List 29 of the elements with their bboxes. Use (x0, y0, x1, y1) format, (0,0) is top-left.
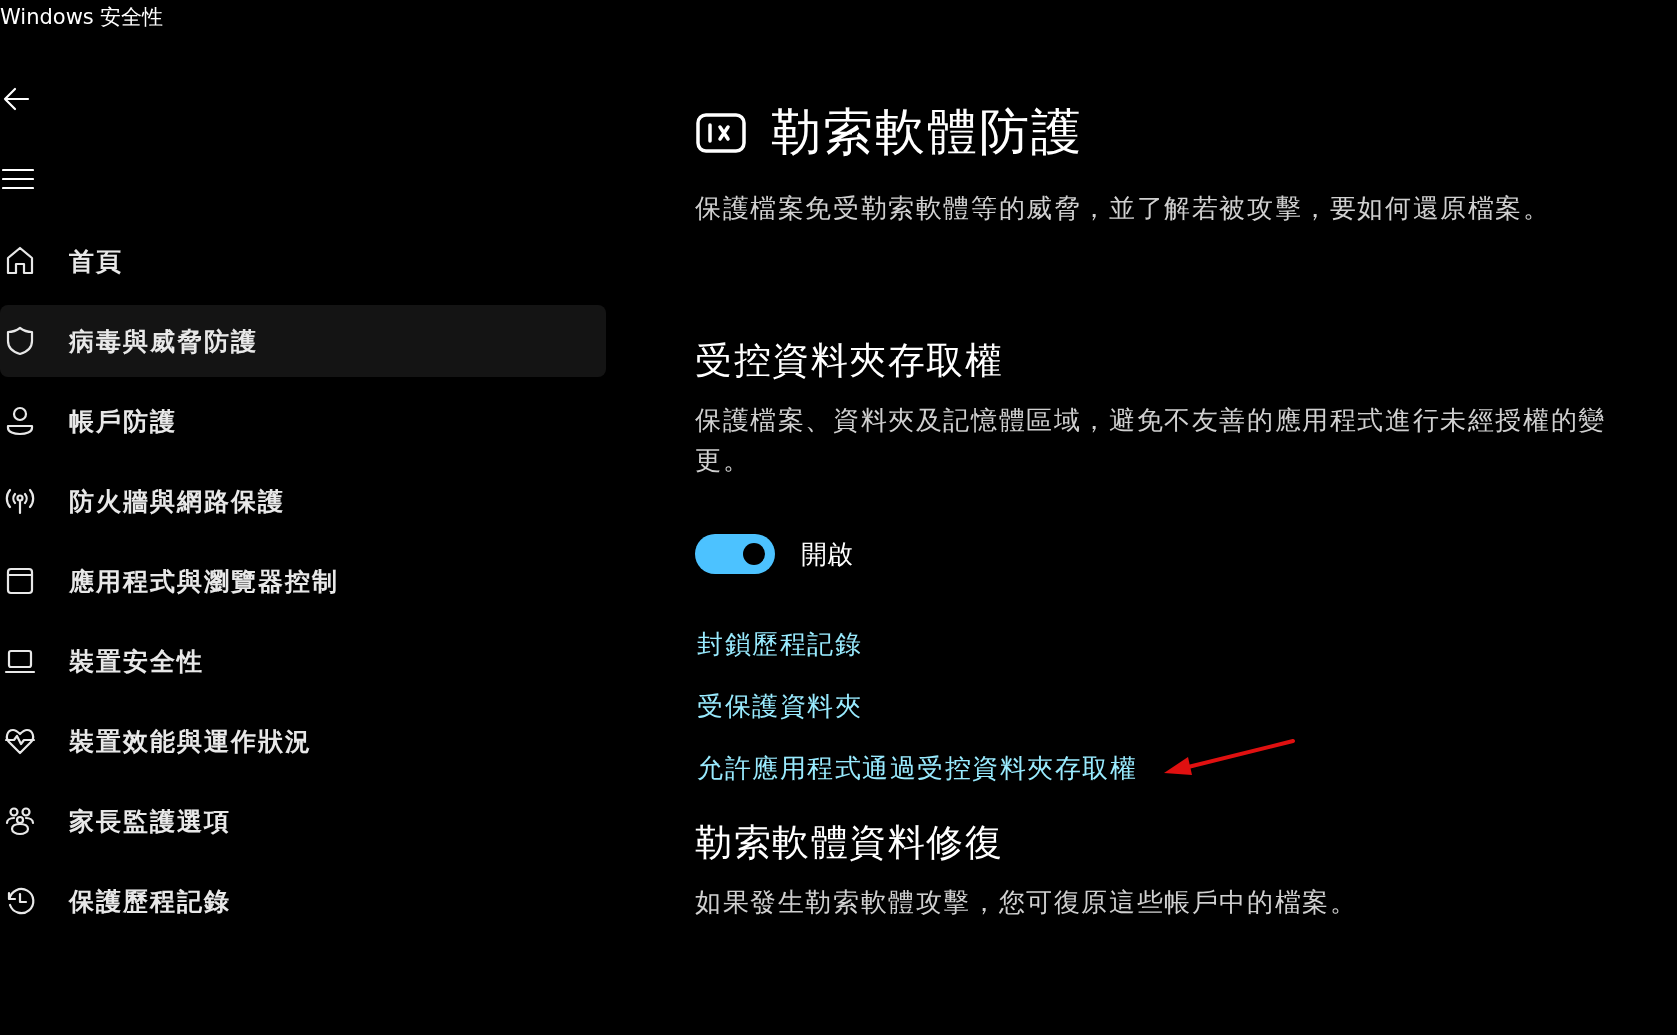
sidebar-item[interactable]: 家長監護選項 (0, 785, 606, 857)
link[interactable]: 允許應用程式通過受控資料夾存取權 (697, 752, 1137, 784)
window-title: Windows 安全性 (0, 4, 165, 31)
sidebar-item[interactable]: 保護歷程記錄 (0, 865, 606, 937)
shield-icon (4, 325, 36, 357)
ransomware-icon (695, 111, 747, 154)
section-heading: 受控資料夾存取權 (695, 338, 1004, 384)
sidebar-item[interactable]: 防火牆與網路保護 (0, 465, 606, 537)
window-icon (4, 565, 36, 597)
toggle-switch[interactable] (695, 534, 775, 574)
sidebar-item[interactable]: 帳戶防護 (0, 385, 606, 457)
toggle-label: 開啟 (801, 537, 853, 571)
sidebar-item[interactable]: 首頁 (0, 225, 606, 297)
sidebar-item[interactable]: 裝置安全性 (0, 625, 606, 697)
person-icon (4, 405, 36, 437)
link[interactable]: 受保護資料夾 (697, 690, 862, 722)
back-arrow-icon (2, 85, 30, 113)
section-heading: 勒索軟體資料修復 (695, 820, 1004, 866)
family-icon (4, 805, 36, 837)
sidebar-item[interactable]: 裝置效能與運作狀況 (0, 705, 606, 777)
menu-icon (2, 167, 34, 191)
link[interactable]: 封鎖歷程記錄 (697, 628, 862, 660)
home-icon (4, 245, 36, 277)
sidebar-item[interactable]: 應用程式與瀏覽器控制 (0, 545, 606, 617)
section-description: 保護檔案、資料夾及記憶體區域，避免不友善的應用程式進行未經授權的變更。 (695, 404, 1607, 477)
page-description: 保護檔案免受勒索軟體等的威脅，並了解若被攻擊，要如何還原檔案。 (695, 192, 1552, 225)
page-title: 勒索軟體防護 (771, 102, 1083, 163)
sidebar-item[interactable]: 病毒與威脅防護 (0, 305, 606, 377)
section-description: 如果發生勒索軟體攻擊，您可復原這些帳戶中的檔案。 (695, 886, 1359, 919)
